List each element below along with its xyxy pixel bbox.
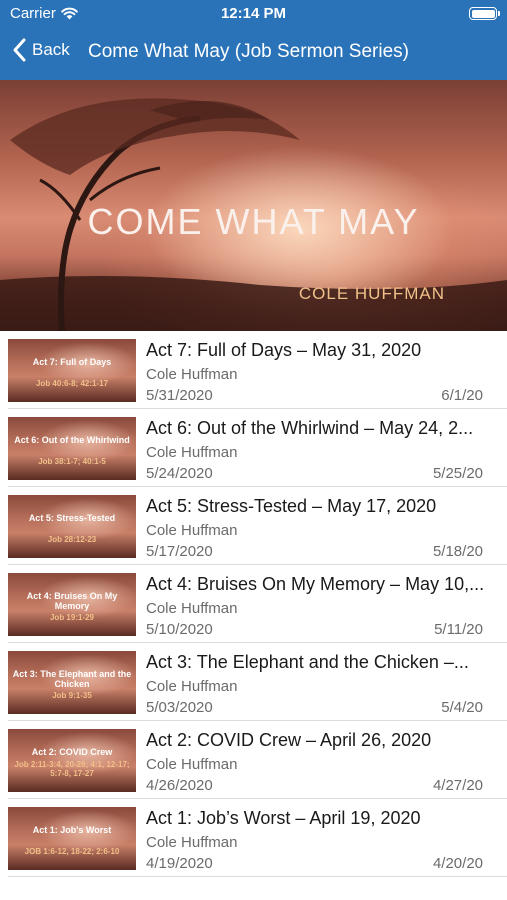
sermon-date: 5/31/2020	[146, 387, 213, 404]
sermon-date: 4/26/2020	[146, 777, 213, 794]
thumbnail-reference: Job 2:11-3:4, 20-26; 4:1, 12-17; 5:7-8, …	[14, 760, 130, 778]
thumbnail-title: Act 5: Stress-Tested	[28, 513, 116, 523]
sermon-date: 5/10/2020	[146, 621, 213, 638]
thumbnail-reference: Job 9:1-35	[52, 691, 92, 700]
sermon-author: Cole Huffman	[146, 366, 238, 383]
sermon-title: Act 3: The Elephant and the Chicken –...	[146, 652, 469, 672]
chevron-left-icon	[13, 38, 26, 62]
posted-date: 6/1/20	[441, 387, 483, 404]
sermon-author: Cole Huffman	[146, 522, 238, 539]
sermon-author: Cole Huffman	[146, 444, 238, 461]
posted-date: 5/18/20	[432, 543, 483, 560]
list-item[interactable]: Act 2: COVID Crew Job 2:11-3:4, 20-26; 4…	[0, 721, 507, 799]
posted-date: 5/4/20	[441, 699, 483, 716]
posted-date: 4/27/20	[432, 777, 483, 794]
sermon-date: 5/17/2020	[146, 543, 213, 560]
sermon-author: Cole Huffman	[146, 678, 238, 695]
sermon-date: 4/19/2020	[146, 855, 213, 872]
navigation-header: Carrier 12:14 PM Back Come What May (Job…	[0, 0, 507, 80]
clock: 12:14 PM	[220, 5, 287, 22]
thumbnail-reference: Job 38:1-7; 40:1-5	[38, 457, 106, 466]
sermon-date: 5/03/2020	[146, 699, 213, 716]
sermon-date: 5/24/2020	[146, 465, 213, 482]
back-button[interactable]: Back	[12, 38, 70, 62]
sermon-thumbnail: Act 5: Stress-Tested Job 28:12-23	[8, 495, 136, 558]
thumbnail-title: Act 1: Job's Worst	[32, 825, 112, 835]
sermon-thumbnail: Act 6: Out of the Whirlwind Job 38:1-7; …	[8, 417, 136, 480]
sermon-title: Act 7: Full of Days – May 31, 2020	[146, 340, 422, 360]
battery-icon	[469, 7, 500, 20]
sermon-title: Act 6: Out of the Whirlwind – May 24, 2.…	[146, 418, 474, 438]
sermon-thumbnail: Act 7: Full of Days Job 40:6-8; 42:1-17	[8, 339, 136, 402]
list-item[interactable]: Act 3: The Elephant and the Chicken Job …	[0, 643, 507, 721]
sermon-title: Act 4: Bruises On My Memory – May 10,...	[146, 574, 485, 594]
series-title: COME WHAT MAY	[87, 201, 420, 242]
list-item[interactable]: Act 4: Bruises On My Memory Job 19:1-29 …	[0, 565, 507, 643]
sermon-title: Act 2: COVID Crew – April 26, 2020	[146, 730, 432, 750]
page-title: Come What May (Job Sermon Series)	[88, 41, 409, 62]
thumbnail-reference: Job 40:6-8; 42:1-17	[35, 379, 109, 388]
posted-date: 5/25/20	[432, 465, 483, 482]
list-item[interactable]: Act 5: Stress-Tested Job 28:12-23 Act 5:…	[0, 487, 507, 565]
back-label: Back	[32, 40, 70, 59]
sermon-author: Cole Huffman	[146, 756, 238, 773]
sermon-author: Cole Huffman	[146, 600, 238, 617]
status-bar: Carrier 12:14 PM	[0, 0, 507, 28]
list-item[interactable]: Act 1: Job's Worst JOB 1:6-12, 18-22; 2:…	[0, 799, 507, 877]
list-item[interactable]: Act 7: Full of Days Job 40:6-8; 42:1-17 …	[0, 331, 507, 409]
sermon-list: Act 7: Full of Days Job 40:6-8; 42:1-17 …	[0, 331, 507, 877]
sermon-author: Cole Huffman	[146, 834, 238, 851]
thumbnail-title: Act 3: The Elephant and the Chicken	[12, 669, 132, 689]
thumbnail-reference: Job 19:1-29	[49, 613, 95, 622]
posted-date: 4/20/20	[432, 855, 483, 872]
series-author: COLE HUFFMAN	[298, 284, 445, 303]
thumbnail-title: Act 2: COVID Crew	[31, 747, 113, 757]
sermon-thumbnail: Act 1: Job's Worst JOB 1:6-12, 18-22; 2:…	[8, 807, 136, 870]
sermon-thumbnail: Act 4: Bruises On My Memory Job 19:1-29	[8, 573, 136, 636]
sermon-thumbnail: Act 3: The Elephant and the Chicken Job …	[8, 651, 136, 714]
list-item[interactable]: Act 6: Out of the Whirlwind Job 38:1-7; …	[0, 409, 507, 487]
thumbnail-reference: JOB 1:6-12, 18-22; 2:6-10	[24, 847, 120, 856]
sermon-title: Act 5: Stress-Tested – May 17, 2020	[146, 496, 437, 516]
series-banner: COME WHAT MAY COLE HUFFMAN	[0, 80, 507, 331]
nav-bar: Back Come What May (Job Sermon Series)	[0, 30, 507, 76]
sermon-thumbnail: Act 2: COVID Crew Job 2:11-3:4, 20-26; 4…	[8, 729, 136, 792]
sermon-title: Act 1: Job’s Worst – April 19, 2020	[146, 808, 421, 828]
row-divider	[8, 876, 507, 877]
thumbnail-title: Act 6: Out of the Whirlwind	[14, 435, 130, 445]
thumbnail-title: Act 7: Full of Days	[32, 357, 112, 367]
thumbnail-title: Act 4: Bruises On My Memory	[26, 591, 118, 611]
thumbnail-reference: Job 28:12-23	[47, 535, 97, 544]
posted-date: 5/11/20	[434, 621, 483, 638]
